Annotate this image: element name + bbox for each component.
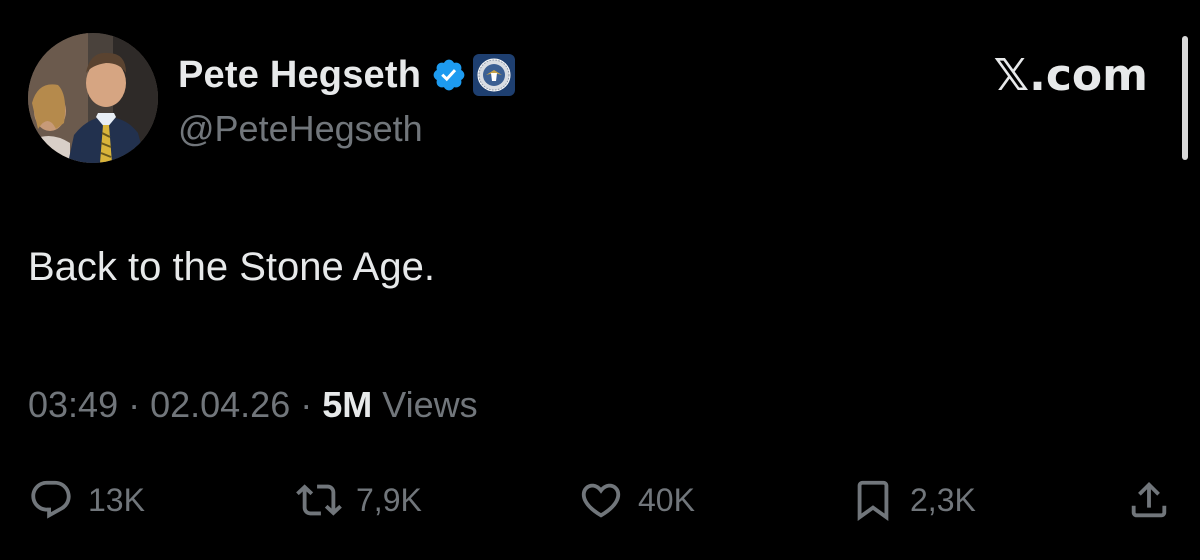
author-handle[interactable]: @PeteHegseth (178, 108, 423, 150)
like-button[interactable]: 40K (578, 470, 695, 530)
avatar[interactable] (28, 33, 158, 163)
bookmark-count: 2,3K (910, 481, 976, 518)
bookmark-icon (857, 480, 889, 521)
affiliation-badge[interactable] (473, 54, 516, 96)
tweet-time[interactable]: 03:49 (28, 384, 118, 425)
repost-count: 7,9K (356, 481, 422, 518)
avatar-photo (28, 33, 158, 163)
bookmark-button[interactable]: 2,3K (850, 470, 976, 530)
site-label: 𝕏.com (993, 50, 1148, 101)
tweet-date[interactable]: 02.04.26 (150, 384, 290, 425)
share-button[interactable] (1126, 470, 1172, 530)
author-display-name[interactable]: Pete Hegseth (178, 54, 421, 97)
share-icon (1131, 481, 1167, 518)
tweet-meta: 03:49 · 02.04.26 · 5M Views (28, 384, 478, 426)
heart-icon (581, 483, 621, 518)
scrollbar[interactable] (1182, 36, 1188, 160)
tweet-text: Back to the Stone Age. (28, 245, 435, 289)
views-count: 5M (322, 384, 373, 425)
repost-icon (296, 484, 342, 516)
verified-badge-icon[interactable] (431, 57, 467, 93)
views-label: Views (372, 384, 478, 425)
meta-separator: · (290, 384, 323, 425)
author-name-row: Pete Hegseth (178, 50, 516, 100)
reply-icon (31, 480, 71, 519)
repost-button[interactable]: 7,9K (296, 470, 422, 530)
like-count: 40K (638, 481, 695, 518)
reply-count: 13K (88, 481, 145, 518)
dod-seal-icon (477, 58, 511, 92)
reply-button[interactable]: 13K (28, 470, 145, 530)
meta-separator: · (118, 384, 151, 425)
action-bar: 13K 7,9K 40K 2,3K (0, 470, 1200, 530)
